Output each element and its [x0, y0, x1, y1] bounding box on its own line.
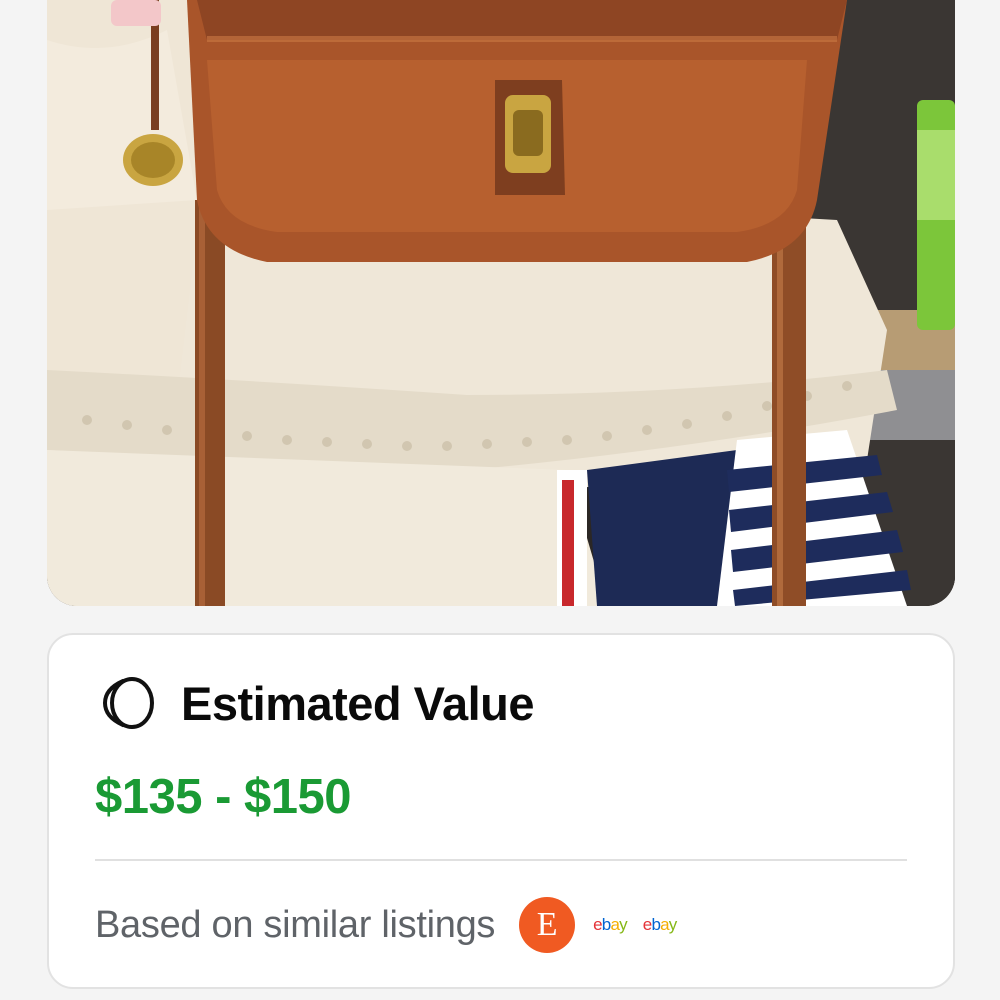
ebay-logo-letter: y — [619, 915, 627, 934]
ebay-logo-letter: a — [610, 915, 620, 934]
etsy-logo-icon[interactable]: E — [519, 897, 576, 953]
sources-row: Based on similar listings E ebay ebay — [95, 891, 684, 959]
product-photo-illustration — [47, 0, 955, 606]
estimated-value-card: Estimated Value $135 - $150 Based on sim… — [47, 633, 955, 989]
price-range: $135 - $150 — [95, 770, 352, 824]
card-title: Estimated Value — [181, 676, 535, 730]
coin-stack-icon — [101, 676, 155, 730]
ebay-logo-letter: b — [651, 915, 661, 934]
ebay-logo-icon[interactable]: ebay — [593, 915, 627, 935]
etsy-logo-letter: E — [536, 906, 558, 943]
ebay-logo-letter: y — [668, 915, 677, 934]
sources-label: Based on similar listings — [95, 903, 496, 946]
divider — [95, 859, 907, 861]
ebay-logo-letter: a — [660, 915, 669, 934]
ebay-logo-letter: e — [593, 915, 602, 934]
product-photo — [47, 0, 955, 606]
ebay-logo-letter: b — [601, 915, 611, 934]
ebay-logo-icon[interactable]: ebay — [643, 915, 677, 935]
ebay-logo-letter: e — [642, 915, 652, 934]
card-header: Estimated Value — [101, 675, 535, 731]
